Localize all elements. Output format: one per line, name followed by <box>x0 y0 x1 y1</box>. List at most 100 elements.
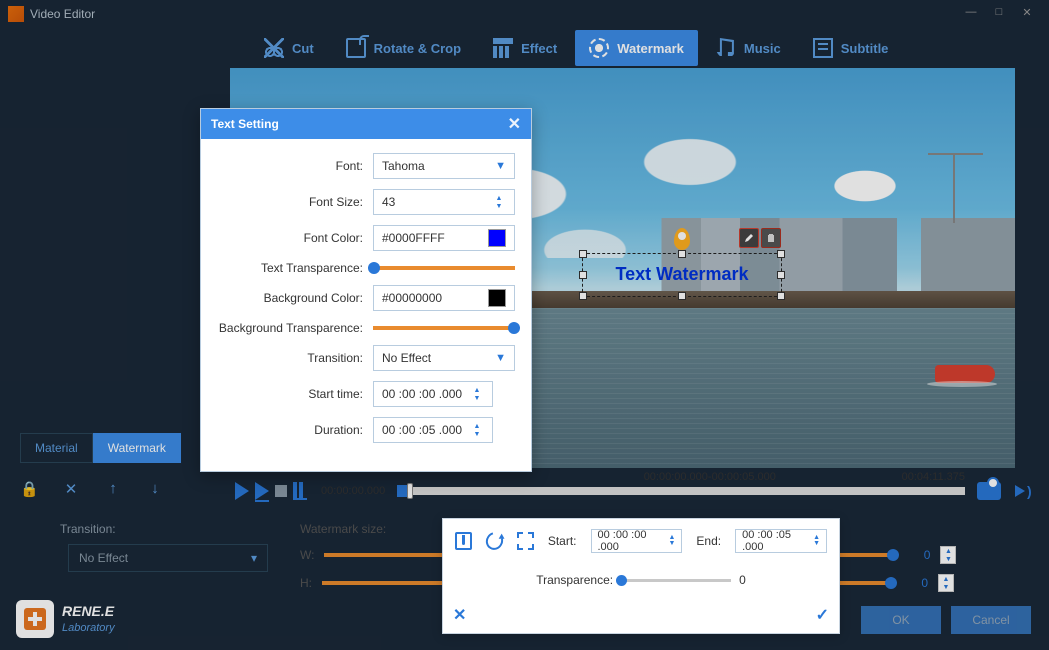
time-range: 00:00:00.000-00:00:05.000 <box>644 471 776 483</box>
music-icon <box>716 38 736 58</box>
minimize-button[interactable]: — <box>957 6 985 22</box>
popup-trans-value: 0 <box>739 573 746 587</box>
timeline-track[interactable]: 00:00:00.000-00:00:05.000 00:04:11.375 <box>397 487 965 495</box>
glass-icon[interactable] <box>455 532 472 550</box>
width-value: 0 <box>904 548 930 562</box>
popup-cancel-button[interactable]: ✕ <box>453 605 466 625</box>
mark-range-button[interactable] <box>293 482 307 500</box>
bgtrans-label: Background Transparence: <box>217 321 373 335</box>
watermark-toolbar <box>739 228 781 248</box>
resize-handle[interactable] <box>777 292 785 300</box>
brand-logo <box>16 600 54 638</box>
ok-button[interactable]: OK <box>861 606 941 634</box>
spinner-icon[interactable]: ▲▼ <box>492 195 506 210</box>
height-spinner[interactable]: ▲▼ <box>938 574 954 592</box>
main-toolbar: Cut Rotate & Crop Effect Watermark Music… <box>0 28 1049 68</box>
start-time-input[interactable]: 00 :00 :00 .000▲▼ <box>373 381 493 407</box>
bgcolor-swatch[interactable] <box>488 289 506 307</box>
transition-label: Transition: <box>60 522 116 536</box>
snapshot-button[interactable] <box>977 482 1001 500</box>
up-icon[interactable]: ↑ <box>104 480 122 498</box>
pin-icon[interactable] <box>674 228 690 250</box>
resize-handle[interactable] <box>777 250 785 258</box>
watermark-bounding-box[interactable]: Text Watermark <box>582 253 782 297</box>
play-to-end-button[interactable] <box>255 482 269 500</box>
close-button[interactable]: ✕ <box>1013 6 1041 22</box>
spinner-icon[interactable]: ▲▼ <box>813 535 820 547</box>
cancel-button[interactable]: Cancel <box>951 606 1031 634</box>
resize-handle[interactable] <box>777 271 785 279</box>
start-time-label: Start time: <box>217 387 373 401</box>
height-label: H: <box>300 576 312 590</box>
bg-transparence-slider[interactable] <box>373 326 515 330</box>
tab-subtitle[interactable]: Subtitle <box>799 30 903 66</box>
width-spinner[interactable]: ▲▼ <box>940 546 956 564</box>
tab-effect[interactable]: Effect <box>479 30 571 66</box>
scissors-icon <box>264 38 284 58</box>
resize-handle[interactable] <box>579 292 587 300</box>
transition-select[interactable]: No Effect ▾ <box>68 544 268 572</box>
lock-icon[interactable]: 🔒 <box>20 480 38 498</box>
watermark-text[interactable]: Text Watermark <box>583 264 781 285</box>
tab-rotate-crop[interactable]: Rotate & Crop <box>332 30 475 66</box>
bgcolor-input[interactable]: #00000000 <box>373 285 515 311</box>
dialog-close-button[interactable]: ✕ <box>508 114 521 134</box>
popup-start-input[interactable]: 00 :00 :00 .000▲▼ <box>591 529 683 553</box>
width-label: W: <box>300 548 314 562</box>
popup-end-label: End: <box>696 534 721 548</box>
transition-select-dialog[interactable]: No Effect▼ <box>373 345 515 371</box>
fontsize-input[interactable]: 43▲▼ <box>373 189 515 215</box>
height-value: 0 <box>902 576 928 590</box>
fontcolor-input[interactable]: #0000FFFF <box>373 225 515 251</box>
popup-trans-label: Transparence: <box>536 573 613 587</box>
duration-input[interactable]: 00 :00 :05 .000▲▼ <box>373 417 493 443</box>
chevron-down-icon: ▾ <box>251 551 257 565</box>
spinner-icon[interactable]: ▲▼ <box>470 423 484 438</box>
titlebar: Video Editor — □ ✕ <box>0 0 1049 28</box>
spinner-icon[interactable]: ▲▼ <box>470 387 484 402</box>
text-setting-dialog: Text Setting ✕ Font: Tahoma▼ Font Size: … <box>200 108 532 472</box>
fit-icon[interactable] <box>517 532 534 550</box>
tab-music[interactable]: Music <box>702 30 795 66</box>
edit-watermark-button[interactable] <box>739 228 759 248</box>
refresh-icon[interactable] <box>483 529 507 553</box>
tab-material[interactable]: Material <box>20 433 93 463</box>
popup-end-input[interactable]: 00 :00 :05 .000▲▼ <box>735 529 827 553</box>
tab-cut[interactable]: Cut <box>250 30 328 66</box>
resize-handle[interactable] <box>678 292 686 300</box>
volume-button[interactable] <box>1015 485 1025 497</box>
app-icon <box>8 6 24 22</box>
popup-ok-button[interactable]: ✓ <box>816 605 829 625</box>
delete-watermark-button[interactable] <box>761 228 781 248</box>
watermark-icon <box>589 38 609 58</box>
maximize-button[interactable]: □ <box>985 6 1013 22</box>
time-total: 00:04:11.375 <box>902 471 965 483</box>
time-current: 00:00:00.000 <box>321 485 385 497</box>
range-popup: Start: 00 :00 :00 .000▲▼ End: 00 :00 :05… <box>442 518 840 634</box>
chevron-down-icon: ▼ <box>495 352 506 364</box>
tab-watermark[interactable]: Watermark <box>575 30 698 66</box>
chevron-down-icon: ▼ <box>495 160 506 172</box>
dialog-title-bar[interactable]: Text Setting ✕ <box>201 109 531 139</box>
delete-icon[interactable]: ✕ <box>62 480 80 498</box>
texttrans-label: Text Transparence: <box>217 261 373 275</box>
resize-handle[interactable] <box>579 250 587 258</box>
spinner-icon[interactable]: ▲▼ <box>668 535 675 547</box>
down-icon[interactable]: ↓ <box>146 480 164 498</box>
fontcolor-swatch[interactable] <box>488 229 506 247</box>
resize-handle[interactable] <box>678 250 686 258</box>
dialog-buttons: OK Cancel <box>861 606 1031 634</box>
text-transparence-slider[interactable] <box>373 266 515 270</box>
popup-start-label: Start: <box>548 534 577 548</box>
playhead[interactable] <box>407 483 413 499</box>
stop-button[interactable] <box>275 485 287 497</box>
transition-dlabel: Transition: <box>217 351 373 365</box>
selection-range[interactable] <box>397 485 407 497</box>
tab-watermark-panel[interactable]: Watermark <box>93 433 181 463</box>
popup-trans-slider[interactable] <box>621 579 731 582</box>
fontsize-label: Font Size: <box>217 195 373 209</box>
play-button[interactable] <box>235 482 249 500</box>
resize-handle[interactable] <box>579 271 587 279</box>
font-select[interactable]: Tahoma▼ <box>373 153 515 179</box>
rotate-icon <box>346 38 366 58</box>
